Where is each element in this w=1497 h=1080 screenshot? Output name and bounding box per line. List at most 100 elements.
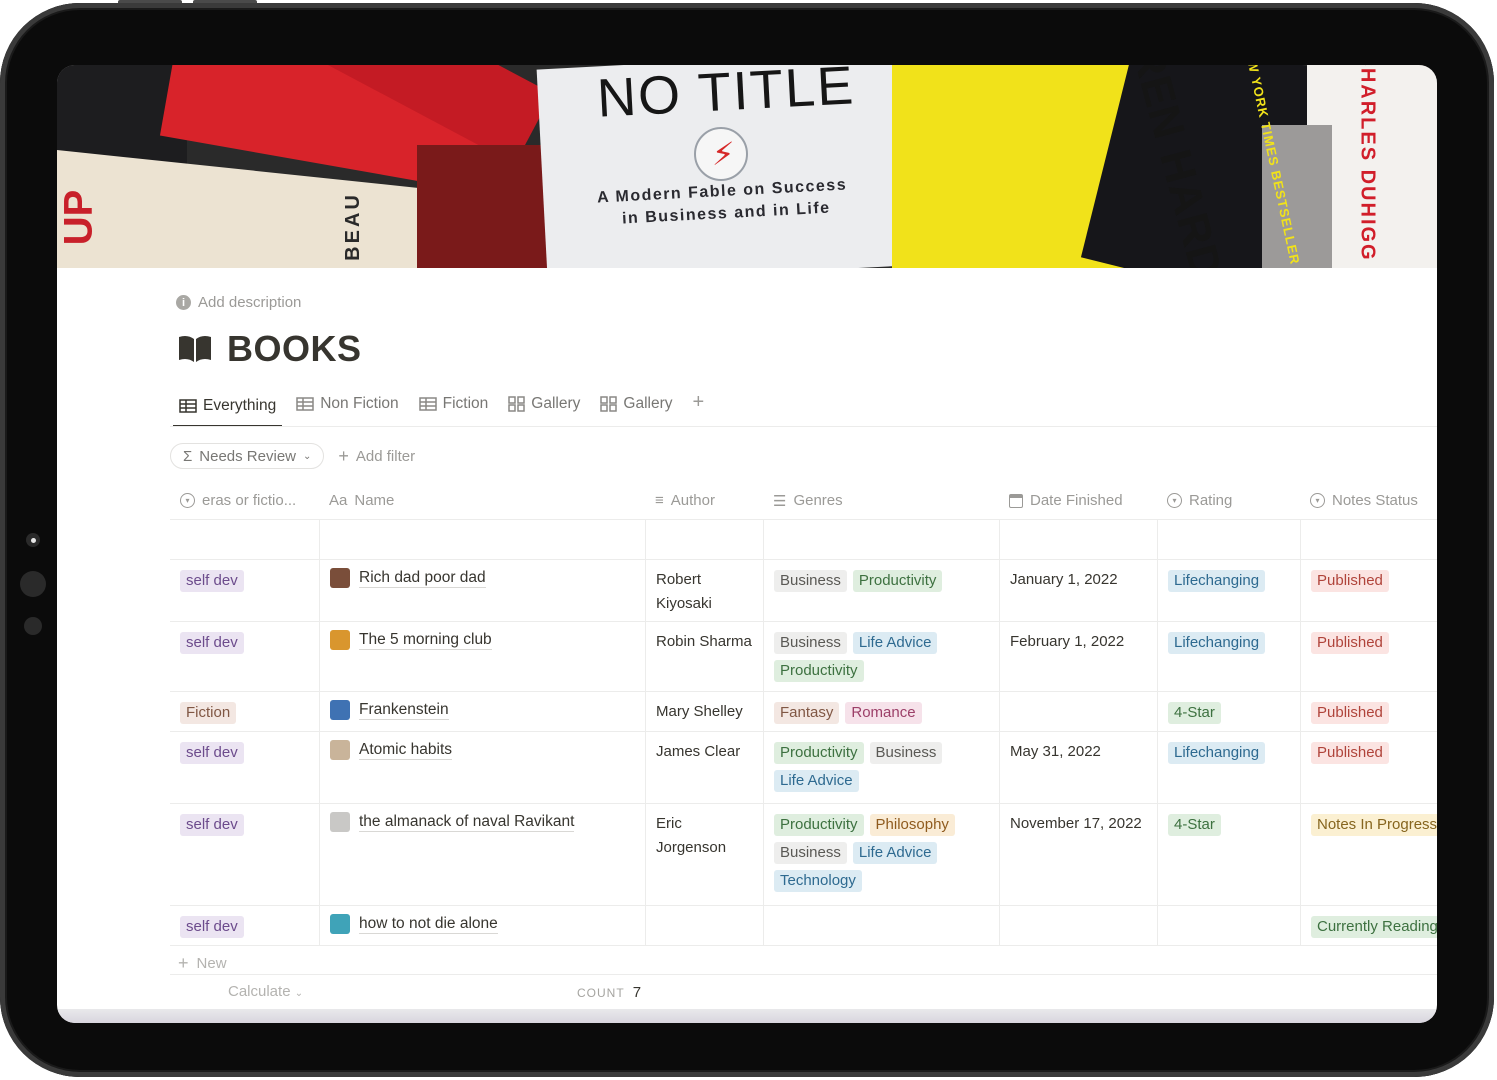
rating-cell[interactable]: Lifechanging bbox=[1157, 560, 1300, 621]
rating-cell[interactable]: 4-Star bbox=[1157, 804, 1300, 905]
notes-status-cell[interactable]: Published bbox=[1300, 692, 1437, 731]
table-cell[interactable] bbox=[1300, 520, 1437, 559]
table-row[interactable]: Fiction Frankenstein Mary Shelley Fantasy Ro… bbox=[170, 692, 1437, 732]
notes-status-cell[interactable]: Published bbox=[1300, 560, 1437, 621]
table-row[interactable]: self dev how to not die alone Currently Re… bbox=[170, 906, 1437, 946]
table-row[interactable]: self dev The 5 morning club Robin Sharma Bu… bbox=[170, 622, 1437, 692]
column-header-name[interactable]: Aa Name bbox=[319, 482, 645, 519]
book-title[interactable]: Frankenstein bbox=[359, 700, 449, 720]
name-cell[interactable]: Atomic habits bbox=[319, 732, 645, 803]
new-row-label: New bbox=[196, 955, 227, 972]
tab-everything[interactable]: Everything bbox=[173, 389, 283, 427]
genres-cell[interactable] bbox=[763, 906, 999, 945]
table-row[interactable]: self dev the almanack of naval Ravikant Er… bbox=[170, 804, 1437, 906]
name-wrapper: Frankenstein bbox=[330, 700, 635, 720]
add-view-button[interactable]: + bbox=[687, 389, 711, 415]
tag-published: Published bbox=[1311, 742, 1389, 764]
table-row[interactable]: self dev Atomic habits James Clear Producti… bbox=[170, 732, 1437, 804]
author-text: Eric Jorgenson bbox=[656, 815, 727, 856]
rating-cell[interactable]: 4-Star bbox=[1157, 692, 1300, 731]
tag-life-advice: Life Advice bbox=[852, 632, 938, 654]
table-row[interactable]: self dev Rich dad poor dad Robert Kiyosaki… bbox=[170, 560, 1437, 622]
category-cell[interactable]: Fiction bbox=[170, 692, 319, 731]
calculate-dropdown[interactable]: Calculate ⌄ bbox=[228, 983, 303, 1000]
genres-cell[interactable]: Productivity Business Life Advice bbox=[763, 732, 999, 803]
page-icon bbox=[330, 914, 350, 934]
book-title[interactable]: The 5 morning club bbox=[359, 630, 492, 650]
date-cell[interactable]: January 1, 2022 bbox=[999, 560, 1157, 621]
genres-cell[interactable]: Productivity Philosophy Business Life Advic… bbox=[763, 804, 999, 905]
column-header-category[interactable]: ▾ eras or fictio... bbox=[170, 482, 319, 519]
category-cell[interactable]: self dev bbox=[170, 804, 319, 905]
category-cell[interactable]: self dev bbox=[170, 906, 319, 945]
name-cell[interactable]: Rich dad poor dad bbox=[319, 560, 645, 621]
add-filter-button[interactable]: + Add filter bbox=[338, 446, 415, 467]
table-icon bbox=[418, 397, 437, 411]
new-row-button[interactable]: + New bbox=[178, 953, 227, 974]
genres-cell[interactable]: Business Life Advice Productivity bbox=[763, 622, 999, 691]
name-cell[interactable]: Frankenstein bbox=[319, 692, 645, 731]
date-cell[interactable] bbox=[999, 906, 1157, 945]
column-header-rating[interactable]: ▾ Rating bbox=[1157, 482, 1300, 519]
column-header-author[interactable]: ≡ Author bbox=[645, 482, 763, 519]
category-cell[interactable]: self dev bbox=[170, 622, 319, 691]
tab-gallery-2[interactable]: Gallery bbox=[594, 389, 678, 419]
count-summary[interactable]: COUNT 7 bbox=[577, 984, 641, 1001]
column-header-notes-status[interactable]: ▾ Notes Status bbox=[1300, 482, 1437, 519]
tag-published: Published bbox=[1311, 570, 1389, 592]
notes-status-cell[interactable]: Published bbox=[1300, 732, 1437, 803]
add-description[interactable]: i Add description bbox=[176, 294, 301, 311]
date-cell[interactable]: November 17, 2022 bbox=[999, 804, 1157, 905]
column-header-genres[interactable]: ☰ Genres bbox=[763, 482, 999, 519]
table-row-empty[interactable] bbox=[170, 520, 1437, 560]
page-icon bbox=[330, 740, 350, 760]
author-cell[interactable] bbox=[645, 906, 763, 945]
date-cell[interactable] bbox=[999, 692, 1157, 731]
author-cell[interactable]: Robert Kiyosaki bbox=[645, 560, 763, 621]
book-title[interactable]: how to not die alone bbox=[359, 914, 498, 934]
category-cell[interactable]: self dev bbox=[170, 732, 319, 803]
book-open-icon bbox=[179, 335, 211, 362]
rating-cell[interactable]: Lifechanging bbox=[1157, 622, 1300, 691]
table-cell[interactable] bbox=[1157, 520, 1300, 559]
rating-cell[interactable]: Lifechanging bbox=[1157, 732, 1300, 803]
needs-review-filter[interactable]: Σ Needs Review ⌄ bbox=[170, 443, 325, 469]
date-cell[interactable]: May 31, 2022 bbox=[999, 732, 1157, 803]
author-cell[interactable]: Mary Shelley bbox=[645, 692, 763, 731]
notes-status-cell[interactable]: Notes In Progress bbox=[1300, 804, 1437, 905]
author-cell[interactable]: Eric Jorgenson bbox=[645, 804, 763, 905]
name-wrapper: the almanack of naval Ravikant bbox=[330, 812, 635, 832]
tab-gallery[interactable]: Gallery bbox=[502, 389, 586, 419]
sensor-icon bbox=[20, 571, 46, 597]
page-title[interactable]: BOOKS bbox=[177, 328, 362, 370]
author-cell[interactable]: James Clear bbox=[645, 732, 763, 803]
notes-status-cell[interactable]: Currently Reading bbox=[1300, 906, 1437, 945]
table-cell[interactable] bbox=[170, 520, 319, 559]
table-cell[interactable] bbox=[645, 520, 763, 559]
tab-label: Fiction bbox=[442, 395, 489, 412]
column-header-date[interactable]: Date Finished bbox=[999, 482, 1157, 519]
book-title[interactable]: the almanack of naval Ravikant bbox=[359, 812, 575, 832]
name-wrapper: The 5 morning club bbox=[330, 630, 635, 650]
table-cell[interactable] bbox=[319, 520, 645, 559]
book-title[interactable]: Atomic habits bbox=[359, 740, 453, 760]
page-icon bbox=[330, 630, 350, 650]
tab-non-fiction[interactable]: Non Fiction bbox=[290, 389, 404, 419]
book-title[interactable]: Rich dad poor dad bbox=[359, 568, 486, 588]
table-cell[interactable] bbox=[999, 520, 1157, 559]
cover-image[interactable]: UP BEAU NO TITLE ⚡ A Modern Fable on Suc… bbox=[57, 65, 1437, 268]
notes-status-cell[interactable]: Published bbox=[1300, 622, 1437, 691]
date-cell[interactable]: February 1, 2022 bbox=[999, 622, 1157, 691]
tag-published: Published bbox=[1311, 632, 1389, 654]
author-cell[interactable]: Robin Sharma bbox=[645, 622, 763, 691]
rating-cell[interactable] bbox=[1157, 906, 1300, 945]
name-cell[interactable]: how to not die alone bbox=[319, 906, 645, 945]
genres-cell[interactable]: Business Productivity bbox=[763, 560, 999, 621]
name-wrapper: Atomic habits bbox=[330, 740, 635, 760]
genres-cell[interactable]: Fantasy Romance bbox=[763, 692, 999, 731]
name-cell[interactable]: The 5 morning club bbox=[319, 622, 645, 691]
category-cell[interactable]: self dev bbox=[170, 560, 319, 621]
name-cell[interactable]: the almanack of naval Ravikant bbox=[319, 804, 645, 905]
tab-fiction[interactable]: Fiction bbox=[413, 389, 495, 419]
table-cell[interactable] bbox=[763, 520, 999, 559]
